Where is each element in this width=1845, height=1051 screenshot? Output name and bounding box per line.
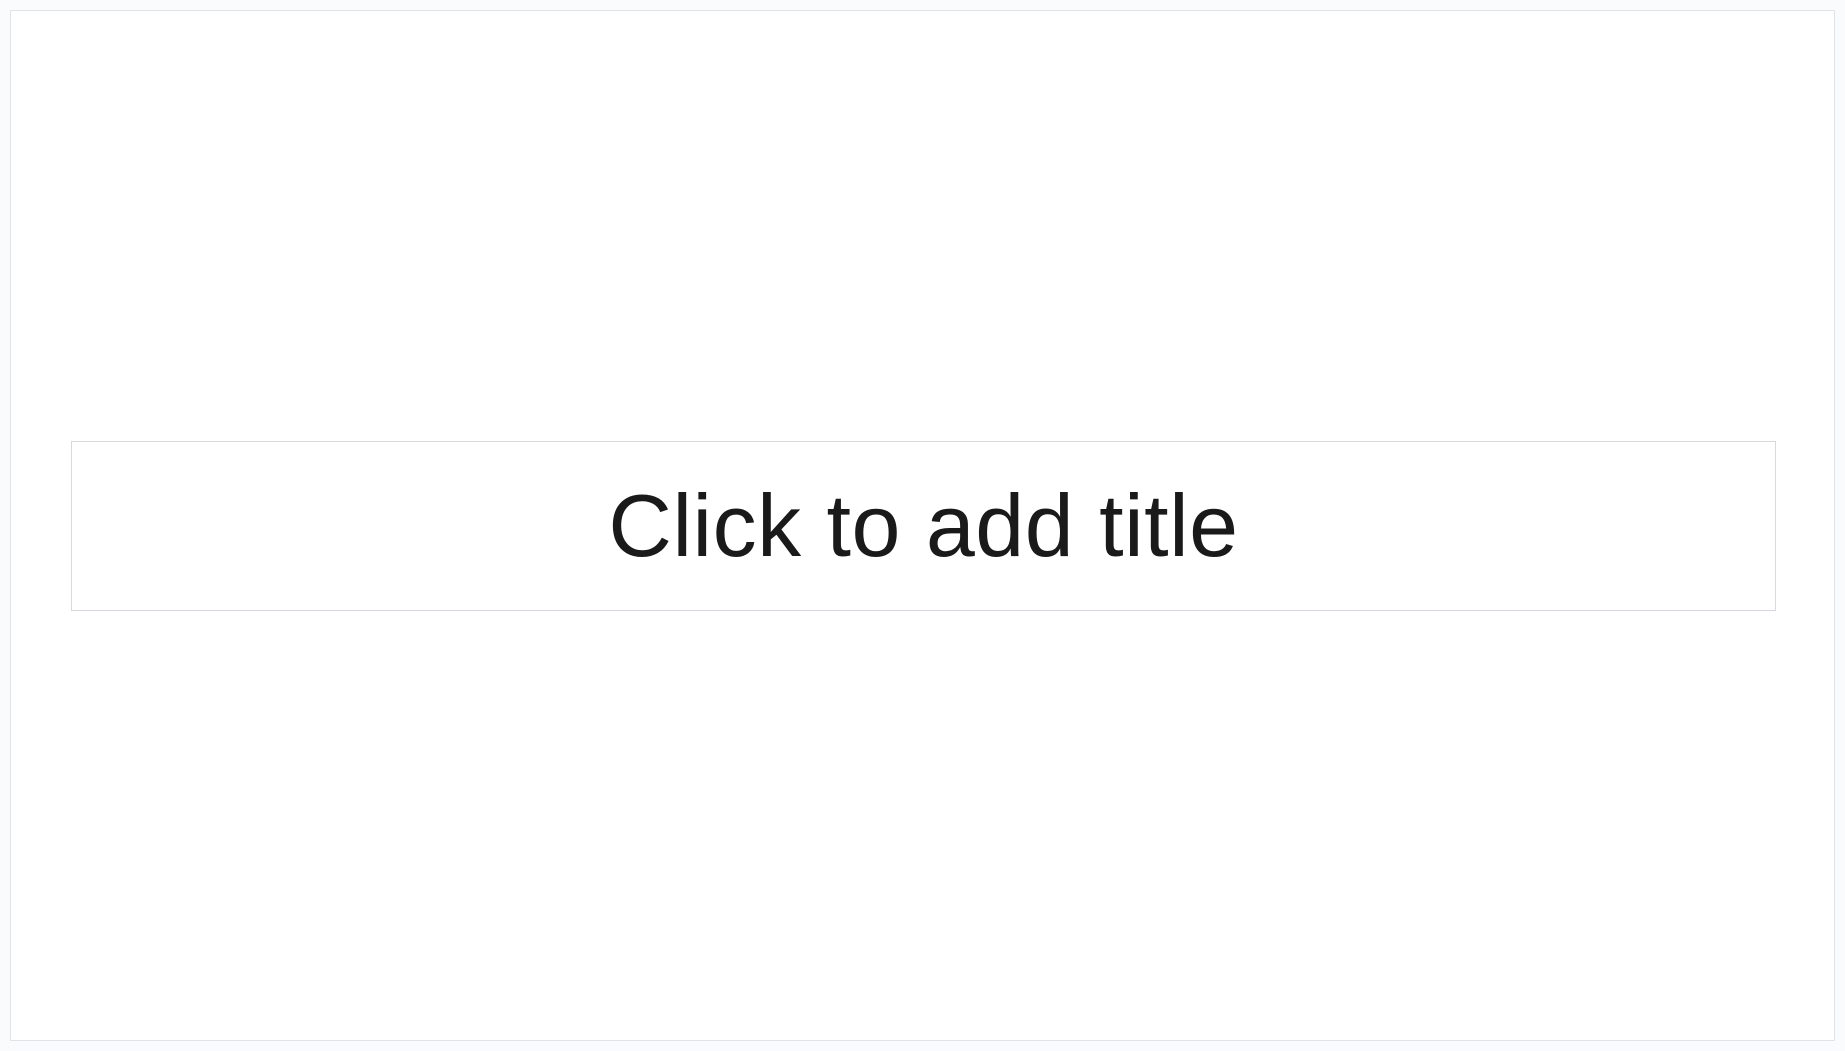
slide-canvas[interactable]: Click to add title bbox=[10, 10, 1835, 1041]
title-placeholder[interactable]: Click to add title bbox=[71, 441, 1776, 611]
title-placeholder-text: Click to add title bbox=[608, 475, 1238, 577]
